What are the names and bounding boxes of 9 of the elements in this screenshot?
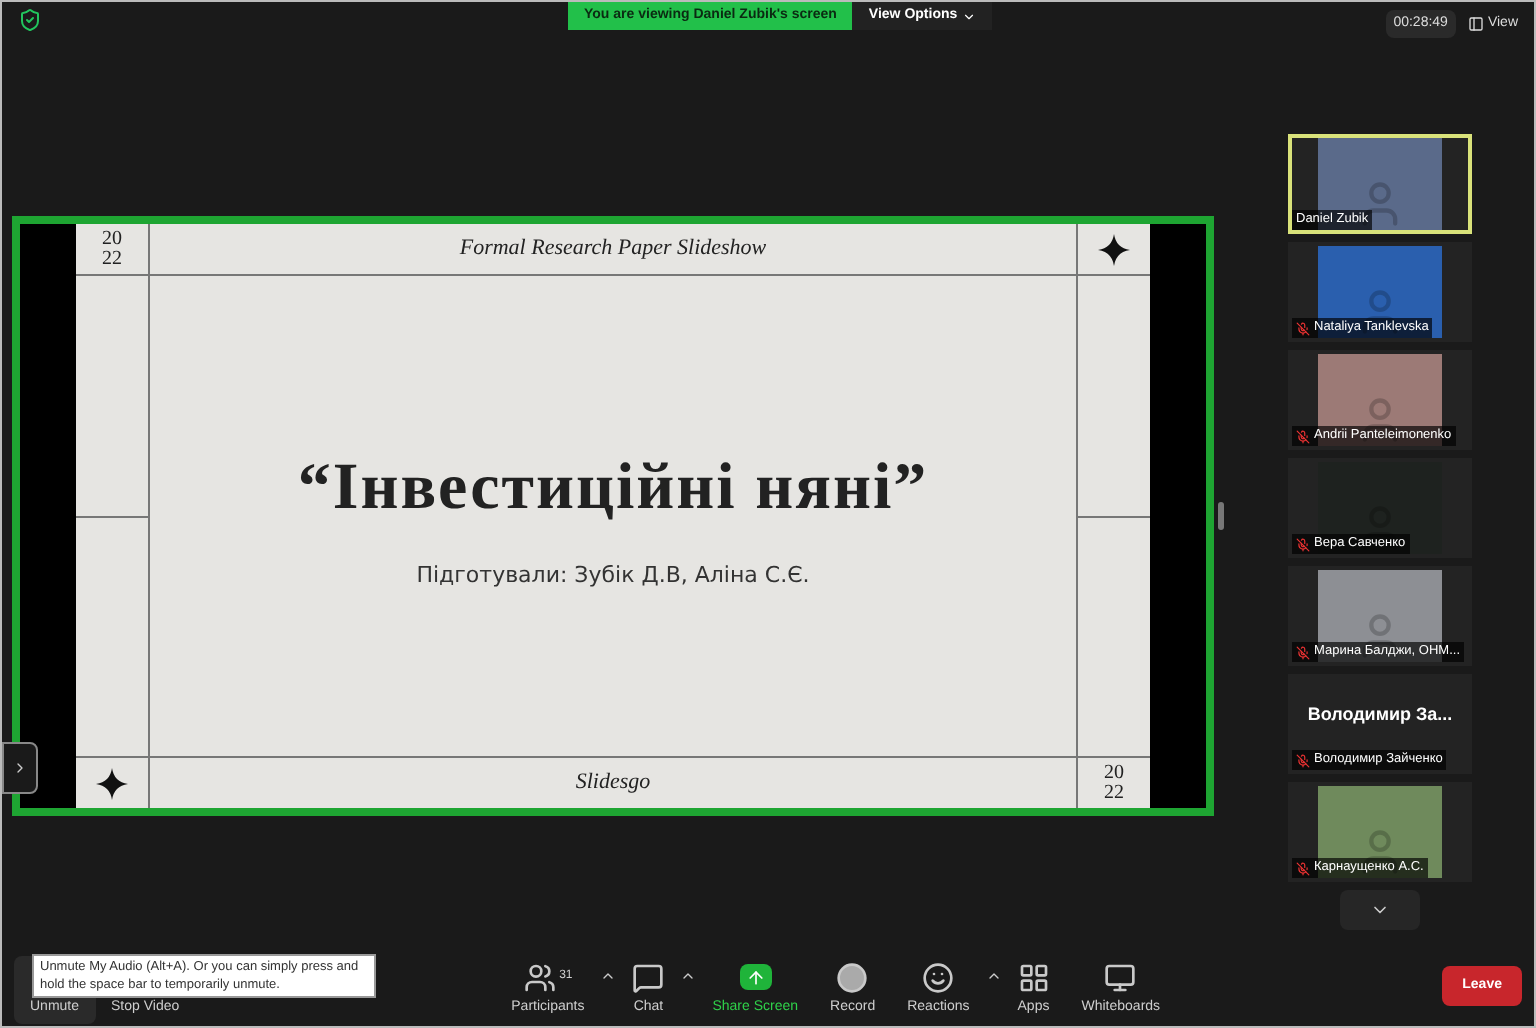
year-text: 20 [1104, 763, 1124, 783]
slide-header: Formal Research Paper Slideshow [459, 234, 767, 265]
year-text: 22 [102, 249, 122, 269]
year-text: 22 [1104, 783, 1124, 803]
slide-footer: Slidesgo [575, 766, 651, 800]
participant-display-name: Володимир За... [1307, 702, 1453, 729]
slide-title: “Інвестиційні няні” [297, 450, 929, 528]
slide-subtitle: Підготували: Зубік Д.В, Аліна С.Є. [416, 559, 810, 591]
year-text: 20 [102, 229, 122, 249]
